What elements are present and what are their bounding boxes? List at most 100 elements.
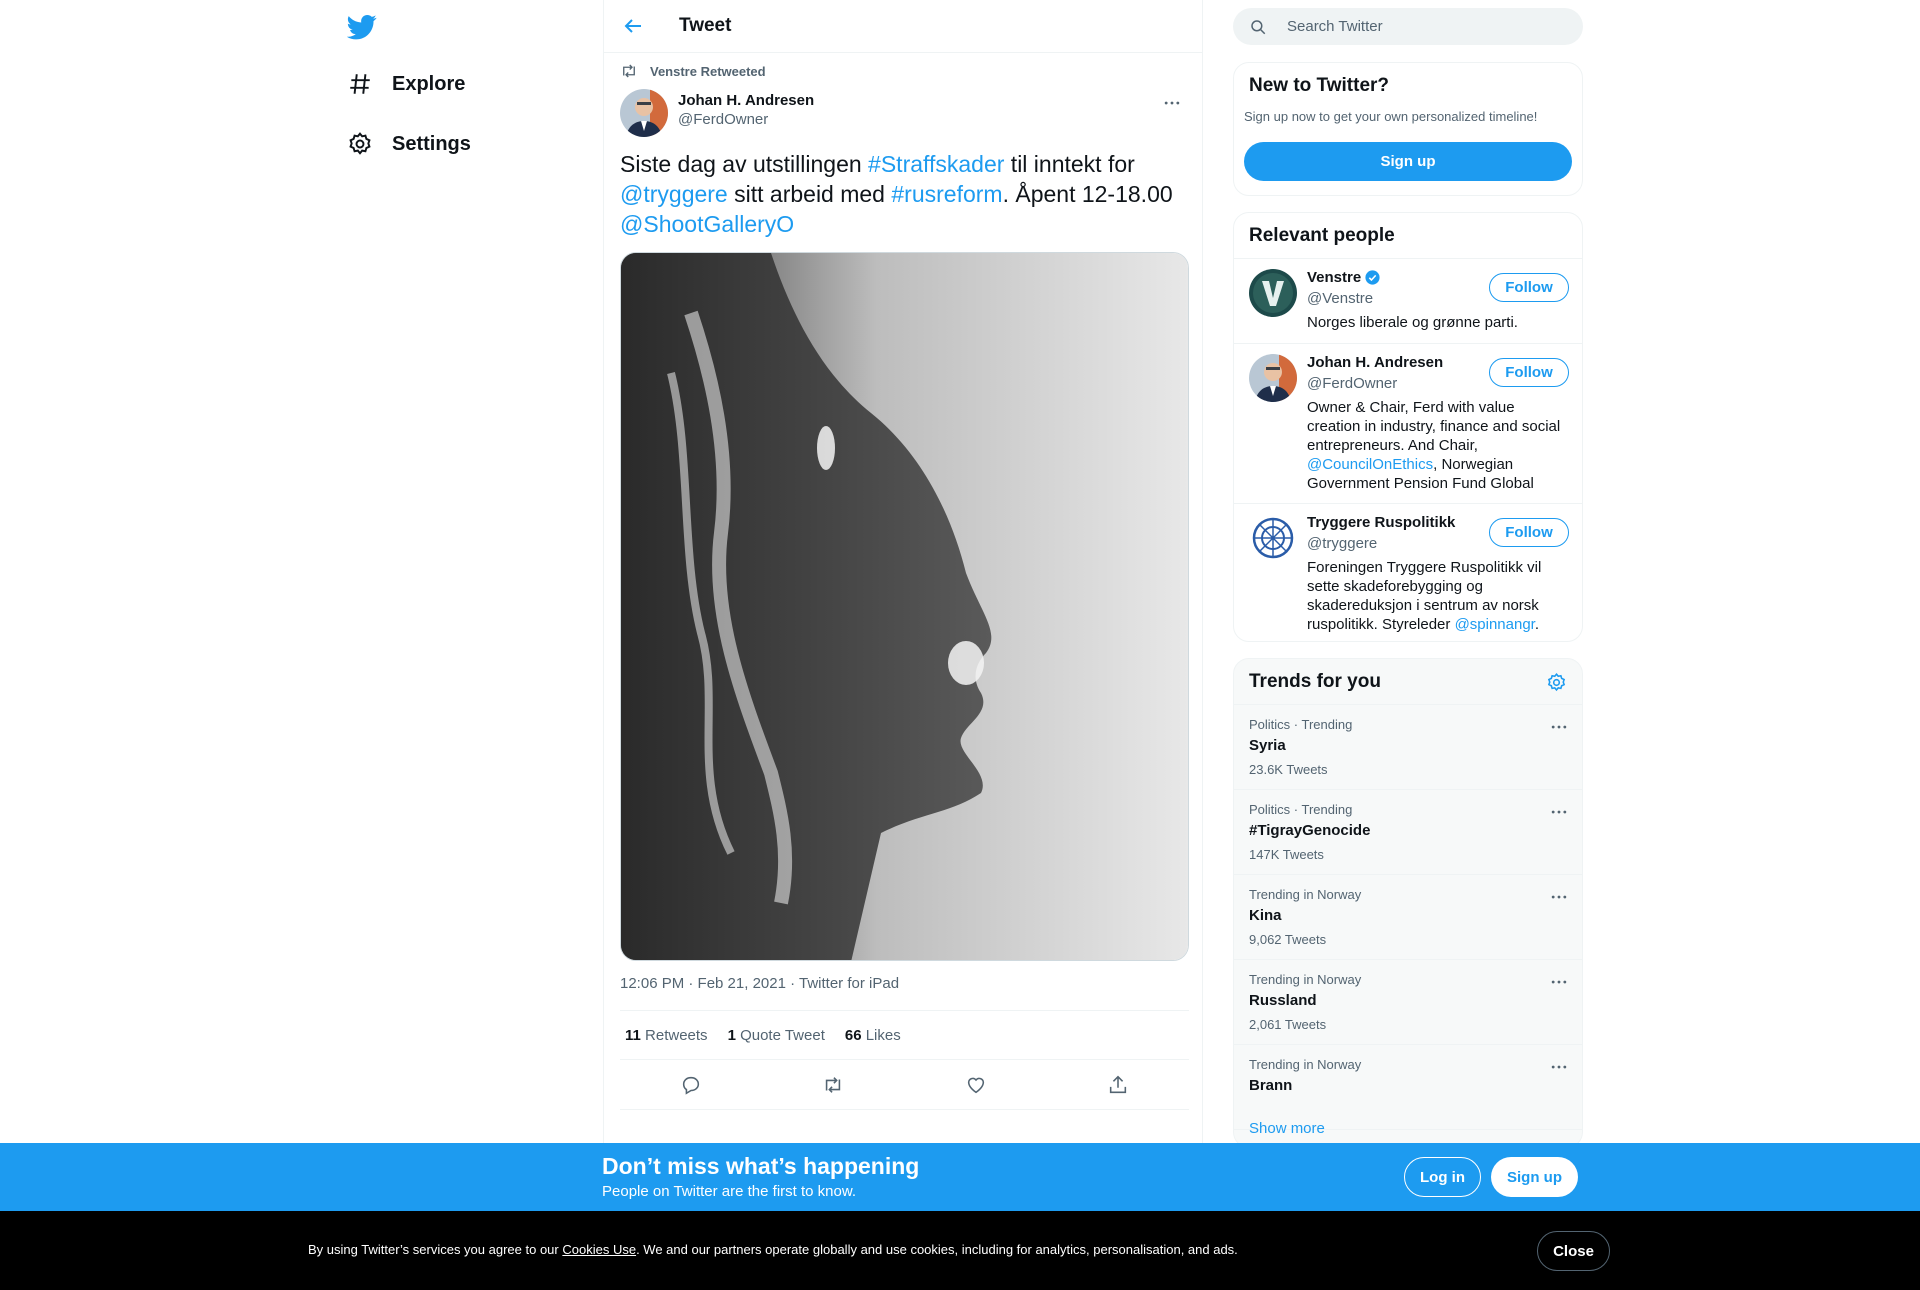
retweets-stat[interactable]: 11 Retweets <box>625 1027 708 1044</box>
hashtag-link[interactable]: #rusreform <box>891 181 1002 207</box>
search-input[interactable] <box>1287 18 1547 35</box>
mention-link[interactable]: @tryggere <box>620 181 728 207</box>
person-bio-text: Owner & Chair, Ferd with value creation … <box>1307 399 1561 454</box>
trend-name: Syria <box>1249 737 1286 754</box>
trend-name: Russland <box>1249 992 1317 1009</box>
relevant-people-title: Relevant people <box>1249 225 1395 246</box>
retweet-icon <box>623 64 635 78</box>
author-handle[interactable]: @FerdOwner <box>678 111 814 128</box>
page-title: Tweet <box>679 15 732 36</box>
person-name[interactable]: Tryggere Ruspolitikk <box>1307 514 1455 531</box>
nav-explore-label: Explore <box>392 72 466 95</box>
nav-settings-label: Settings <box>392 132 471 155</box>
person-bio: Foreningen Tryggere Ruspolitikk vil sett… <box>1307 558 1569 634</box>
new-to-twitter-title: New to Twitter? <box>1249 75 1390 96</box>
trend-item[interactable]: Trending in Norway Kina 9,062 Tweets <box>1234 875 1582 960</box>
trend-context: Trending in Norway <box>1249 887 1362 902</box>
avatar[interactable] <box>1249 269 1297 317</box>
trend-item[interactable]: Politics · Trending #TigrayGenocide 147K… <box>1234 790 1582 875</box>
tweet-author[interactable]: Johan H. Andresen @FerdOwner <box>620 89 814 137</box>
trends-card: Trends for you Politics · Trending Syria… <box>1233 658 1583 1148</box>
banner-subtext: People on Twitter are the first to know. <box>602 1183 857 1200</box>
person-name[interactable]: Venstre <box>1307 269 1361 286</box>
trend-context: Trending in Norway <box>1249 972 1362 987</box>
tweet-photo[interactable] <box>620 252 1189 961</box>
signup-banner: Don’t miss what’s happening People on Tw… <box>0 1143 1920 1211</box>
trends-title: Trends for you <box>1249 671 1381 692</box>
follow-button[interactable]: Follow <box>1489 273 1569 302</box>
person-handle[interactable]: @Venstre <box>1307 290 1373 307</box>
mention-link[interactable]: @ShootGalleryO <box>620 211 794 237</box>
trend-item[interactable]: Trending in Norway Russland 2,061 Tweets <box>1234 960 1582 1045</box>
trend-item[interactable]: Politics · Trending Syria 23.6K Tweets <box>1234 705 1582 790</box>
person-handle[interactable]: @FerdOwner <box>1307 375 1397 392</box>
cookie-text-part: By using Twitter’s services you agree to… <box>308 1242 563 1257</box>
more-options-icon[interactable] <box>1549 972 1569 992</box>
show-more-link[interactable]: Show more <box>1249 1120 1325 1137</box>
avatar[interactable] <box>1249 354 1297 402</box>
sidebar-signup-button[interactable]: Sign up <box>1244 142 1572 181</box>
trend-item[interactable]: Trending in Norway Brann <box>1234 1045 1582 1130</box>
trend-context: Politics · Trending <box>1249 802 1353 817</box>
quotes-label: Quote Tweet <box>740 1026 825 1044</box>
mention-link[interactable]: @CouncilOnEthics <box>1307 456 1433 473</box>
retweets-label: Retweets <box>645 1026 708 1044</box>
trend-count: 2,061 Tweets <box>1249 1017 1327 1032</box>
likes-stat[interactable]: 66 Likes <box>845 1027 901 1044</box>
nav-settings[interactable]: Settings <box>347 124 471 164</box>
person-tryggere[interactable]: Tryggere Ruspolitikk @tryggere Foreninge… <box>1234 504 1582 641</box>
cookie-text-part: . We and our partners operate globally a… <box>636 1242 1238 1257</box>
trend-name: Kina <box>1249 907 1282 924</box>
follow-button[interactable]: Follow <box>1489 518 1569 547</box>
close-button[interactable]: Close <box>1537 1231 1610 1271</box>
gear-icon[interactable] <box>1546 672 1567 693</box>
login-button[interactable]: Log in <box>1404 1157 1481 1197</box>
back-arrow-icon[interactable] <box>621 14 645 38</box>
cookie-text: By using Twitter’s services you agree to… <box>308 1242 1238 1257</box>
like-heart-icon[interactable] <box>965 1074 987 1096</box>
more-options-icon[interactable] <box>1162 93 1182 113</box>
retweet-icon[interactable] <box>822 1074 844 1096</box>
banner-signup-button[interactable]: Sign up <box>1491 1157 1578 1197</box>
person-bio-text: . <box>1534 616 1540 633</box>
reply-icon[interactable] <box>680 1074 702 1096</box>
tweet-stats: 11 Retweets 1 Quote Tweet 66 Likes <box>620 1010 1189 1060</box>
person-bio: Owner & Chair, Ferd with value creation … <box>1307 398 1569 493</box>
tweet-header: Tweet <box>604 0 1202 53</box>
cookie-notice: By using Twitter’s services you agree to… <box>0 1211 1920 1290</box>
share-icon[interactable] <box>1107 1074 1129 1096</box>
hashtag-link[interactable]: #Straffskader <box>868 151 1004 177</box>
tweet-timestamp[interactable]: 12:06 PM · Feb 21, 2021 · Twitter for iP… <box>620 975 899 992</box>
retweet-context[interactable]: Venstre Retweeted <box>620 62 766 80</box>
trend-count: 23.6K Tweets <box>1249 762 1328 777</box>
verified-badge-icon <box>1365 270 1380 285</box>
gear-icon <box>349 132 371 155</box>
more-options-icon[interactable] <box>1549 887 1569 907</box>
trend-context: Politics · Trending <box>1249 717 1353 732</box>
person-handle[interactable]: @tryggere <box>1307 535 1377 552</box>
hashtag-icon <box>350 74 370 94</box>
mention-link[interactable]: @spinnangr <box>1455 616 1535 633</box>
cookies-use-link[interactable]: Cookies Use <box>562 1242 636 1257</box>
more-options-icon[interactable] <box>1549 802 1569 822</box>
person-ferdowner[interactable]: Johan H. Andresen @FerdOwner Owner & Cha… <box>1234 344 1582 504</box>
search-bar[interactable] <box>1233 8 1583 45</box>
tweet-column: Tweet Venstre Retweeted Johan H. Andrese… <box>603 0 1203 1145</box>
likes-count: 66 <box>844 1026 862 1044</box>
relevant-people-card: Relevant people Venstre @Venstre Norges … <box>1233 212 1583 642</box>
new-to-twitter-card: New to Twitter? Sign up now to get your … <box>1233 62 1583 196</box>
person-name[interactable]: Johan H. Andresen <box>1307 354 1443 371</box>
tweet-text-part: sitt arbeid med <box>727 181 892 207</box>
follow-button[interactable]: Follow <box>1489 358 1569 387</box>
person-venstre[interactable]: Venstre @Venstre Norges liberale og grøn… <box>1234 259 1582 344</box>
tweet-actions <box>620 1060 1189 1110</box>
avatar[interactable] <box>620 89 668 137</box>
more-options-icon[interactable] <box>1549 717 1569 737</box>
nav-explore[interactable]: Explore <box>347 64 465 104</box>
banner-headline: Don’t miss what’s happening <box>602 1153 920 1179</box>
twitter-bird-icon[interactable] <box>347 12 377 42</box>
more-options-icon[interactable] <box>1549 1057 1569 1077</box>
quote-tweets-stat[interactable]: 1 Quote Tweet <box>728 1027 825 1044</box>
avatar[interactable] <box>1249 514 1297 562</box>
author-name[interactable]: Johan H. Andresen <box>678 92 814 109</box>
